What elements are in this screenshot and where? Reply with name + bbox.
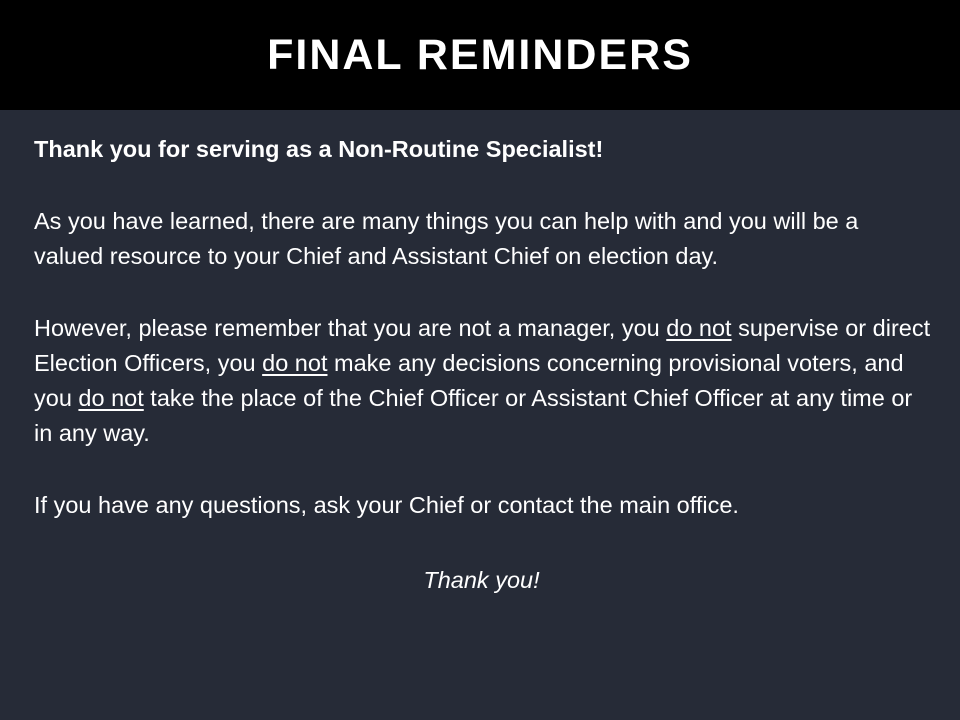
slide-title: FINAL REMINDERS (267, 30, 693, 79)
closing-thanks: Thank you! (423, 567, 540, 593)
paragraph-questions: If you have any questions, ask your Chie… (34, 492, 739, 518)
do-not-emphasis-3: do not (78, 385, 144, 411)
limitations-text-1: However, please remember that you are no… (34, 315, 667, 341)
title-bar: FINAL REMINDERS (0, 0, 960, 110)
paragraph-limitations: However, please remember that you are no… (34, 311, 934, 451)
slide-body: Thank you for serving as a Non-Routine S… (34, 132, 934, 598)
do-not-emphasis-1: do not (666, 315, 732, 341)
paragraph-resource: As you have learned, there are many thin… (34, 208, 859, 269)
do-not-emphasis-2: do not (262, 350, 328, 376)
limitations-text-4: take the place of the Chief Officer or A… (34, 385, 913, 446)
intro-text: Thank you for serving as a Non-Routine S… (34, 136, 604, 162)
slide: FINAL REMINDERS Thank you for serving as… (0, 0, 960, 720)
